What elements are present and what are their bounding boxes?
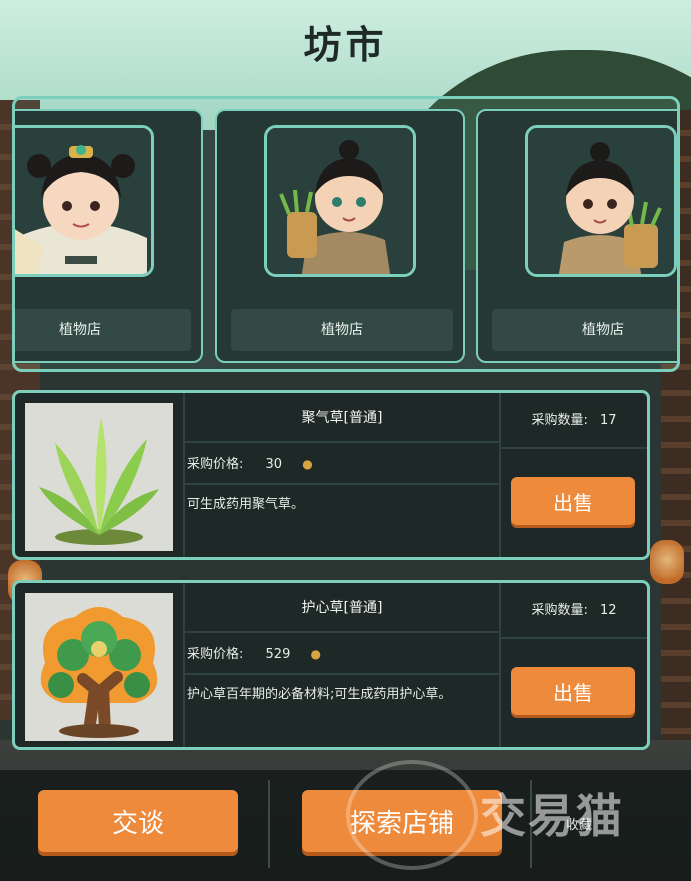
money-bag-icon: ● — [310, 647, 321, 661]
shop-portrait — [525, 125, 677, 277]
sell-button[interactable]: 出售 — [511, 477, 635, 525]
item-description: 护心草百年期的必备材料;可生成药用护心草。 — [187, 687, 452, 702]
watermark-logo — [346, 760, 478, 870]
item-panel: 护心草[普通] 采购价格: 529 ● 护心草百年期的必备材料;可生成药用护心草… — [12, 580, 650, 750]
price-value: 30 — [265, 457, 283, 472]
page-title: 坊市 — [303, 23, 388, 67]
noble-fan-character-icon — [15, 128, 151, 274]
leafy-herb-icon — [25, 403, 173, 551]
money-bag-icon: ● — [302, 457, 313, 471]
shop-name: 植物店 — [231, 309, 453, 351]
item-name: 护心草[普通] — [185, 583, 499, 633]
item-name: 聚气草[普通] — [185, 393, 499, 443]
shop-portrait — [15, 125, 154, 277]
item-image — [25, 593, 173, 741]
item-price-row: 采购价格: 529 ● — [185, 633, 499, 675]
herb-basket-boy-icon — [528, 128, 674, 274]
shop-name: 植物店 — [492, 309, 677, 351]
shop-name: 植物店 — [15, 309, 191, 351]
sell-button[interactable]: 出售 — [511, 667, 635, 715]
shop-card[interactable]: 植物店 — [476, 109, 677, 363]
herb-gatherer-boy-icon — [267, 128, 413, 274]
item-quantity: 采购数量: 12 — [501, 583, 647, 639]
price-value: 529 — [265, 647, 291, 662]
item-image — [25, 403, 173, 551]
shop-carousel[interactable]: 植物店 植物店 植物店 — [12, 96, 680, 372]
lantern-icon — [650, 540, 684, 584]
watermark: 交易猫 — [480, 789, 624, 843]
price-label: 采购价格: — [187, 457, 244, 472]
clover-tree-icon — [25, 593, 173, 741]
qty-value: 17 — [599, 413, 617, 428]
qty-value: 12 — [599, 603, 617, 618]
shop-card[interactable]: 植物店 — [15, 109, 203, 363]
shop-card[interactable]: 植物店 — [215, 109, 465, 363]
price-label: 采购价格: — [187, 647, 244, 662]
talk-button[interactable]: 交谈 — [38, 790, 238, 852]
qty-label: 采购数量: — [531, 413, 588, 428]
item-actions: 采购数量: 12 出售 — [501, 583, 647, 747]
item-info: 护心草[普通] 采购价格: 529 ● 护心草百年期的必备材料;可生成药用护心草… — [183, 583, 501, 747]
item-quantity: 采购数量: 17 — [501, 393, 647, 449]
item-info: 聚气草[普通] 采购价格: 30 ● 可生成药用聚气草。 — [183, 393, 501, 557]
item-actions: 采购数量: 17 出售 — [501, 393, 647, 557]
item-price-row: 采购价格: 30 ● — [185, 443, 499, 485]
divider — [268, 780, 270, 868]
item-panel: 聚气草[普通] 采购价格: 30 ● 可生成药用聚气草。 采购数量: 17 出售 — [12, 390, 650, 560]
item-description: 可生成药用聚气草。 — [187, 497, 305, 512]
qty-label: 采购数量: — [531, 603, 588, 618]
shop-portrait — [264, 125, 416, 277]
